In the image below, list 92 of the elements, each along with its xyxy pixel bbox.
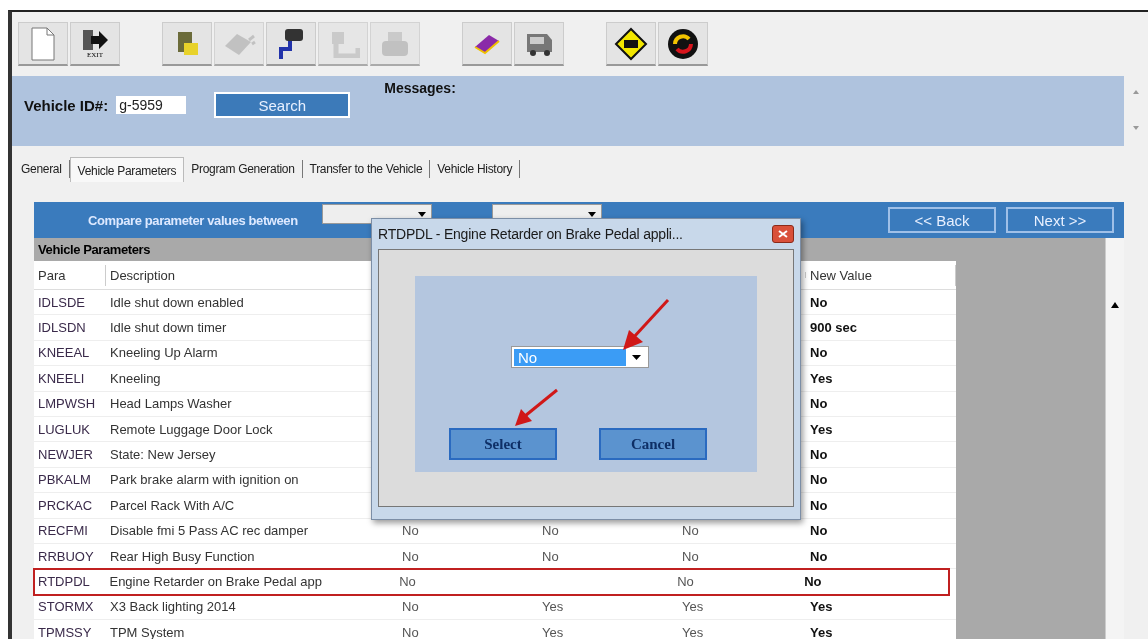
table-cell: RECFMI <box>38 523 88 539</box>
table-cell: NEWJER <box>38 447 93 463</box>
table-cell: No <box>402 523 419 539</box>
table-cell: No <box>682 523 699 539</box>
connector-icon <box>276 26 306 61</box>
table-cell: Head Lamps Washer <box>110 396 232 412</box>
table-cell: IDLSDN <box>38 320 86 336</box>
table-cell: TPM System <box>110 624 185 639</box>
document-tool-button[interactable] <box>18 22 68 66</box>
messages-label: Messages: <box>384 80 456 98</box>
table-cell: Engine Retarder on Brake Pedal app <box>109 574 322 589</box>
compare-label: Compare parameter values between <box>88 212 298 228</box>
tab[interactable]: Vehicle History <box>430 160 521 178</box>
table-cell: No <box>682 548 699 564</box>
tab[interactable]: Transfer to the Vehicle <box>302 160 431 178</box>
table-cell: X3 Back lighting 2014 <box>110 599 236 615</box>
table-cell: Idle shut down timer <box>110 320 227 336</box>
table-cell: No <box>810 548 828 564</box>
up-arrow-icon <box>1111 302 1119 308</box>
table-cell: RRBUOY <box>38 548 94 564</box>
table-cell: No <box>542 548 559 564</box>
tab[interactable]: Vehicle Parameters <box>69 156 185 182</box>
door-arrow-icon <box>81 28 109 51</box>
table-cell: PRCKAC <box>38 497 93 513</box>
annotation-arrow <box>513 388 559 428</box>
table-cell: STORMX <box>38 599 94 615</box>
table-cell: Park brake alarm with ignition on <box>110 472 299 488</box>
scrollbar[interactable] <box>1105 238 1124 639</box>
annotation-arrow <box>621 298 671 352</box>
table-cell: No <box>810 523 828 539</box>
table-cell: 900 sec <box>810 320 857 336</box>
table-cell: No <box>810 345 828 361</box>
tab[interactable]: Program Generation <box>184 160 303 178</box>
bus-tool-button[interactable] <box>514 22 564 66</box>
table-cell: No <box>810 396 828 412</box>
chip-tool-button[interactable] <box>162 22 212 66</box>
table-cell: Yes <box>810 370 833 386</box>
next-button[interactable]: Next >> <box>1006 207 1114 233</box>
table-cell: Parcel Rack With A/C <box>110 497 235 513</box>
table-cell: KNEELI <box>38 370 85 386</box>
table-cell: PBKALM <box>38 472 91 488</box>
search-button[interactable]: Search <box>214 92 351 118</box>
table-cell: Idle shut down enabled <box>110 294 244 310</box>
printer-icon <box>379 29 411 58</box>
table-cell: Disable fmi 5 Pass AC rec damper <box>110 523 308 539</box>
table-cell: No <box>399 574 416 589</box>
table-cell: No <box>810 447 828 463</box>
table-cell: RTDPDL <box>38 574 90 589</box>
table-cell: No <box>542 523 559 539</box>
book-tool-button[interactable] <box>462 22 512 66</box>
table-cell: No <box>677 574 694 589</box>
table-cell: Yes <box>810 624 833 639</box>
table-cell: IDLSDE <box>38 294 85 310</box>
table-cell: No <box>402 599 419 615</box>
table-cell: Yes <box>682 624 704 639</box>
table-cell: State: New Jersey <box>110 447 216 463</box>
table-cell: LMPWSH <box>38 396 96 412</box>
road-sign-icon <box>614 26 648 61</box>
refresh-icon <box>666 26 700 61</box>
table-cell: Yes <box>810 421 833 437</box>
refresh-tool-button[interactable] <box>658 22 708 66</box>
connector-tool-button[interactable] <box>266 22 316 66</box>
table-cell: No <box>810 472 828 488</box>
vehicle-id-field[interactable]: g-5959 <box>116 96 187 114</box>
close-icon <box>778 230 788 238</box>
document-icon <box>30 26 56 61</box>
table-cell: No <box>402 624 419 639</box>
table-cell: No <box>402 548 419 564</box>
table-cell: Rear High Busy Function <box>110 548 255 564</box>
table-cell: Kneeling Up Alarm <box>110 345 218 361</box>
table-cell: Yes <box>542 624 564 639</box>
table-cell: Yes <box>682 599 704 615</box>
table-cell: Remote Luggage Door Lock <box>110 421 273 437</box>
table-cell: Kneeling <box>110 370 161 386</box>
back-button[interactable]: << Back <box>888 207 996 233</box>
column-header[interactable]: Para <box>34 264 106 286</box>
column-header[interactable]: New Value <box>806 264 956 286</box>
close-button[interactable] <box>772 225 794 243</box>
vehicle-id-label: Vehicle ID#: <box>24 96 109 114</box>
caret-icon <box>631 354 641 360</box>
cancel-button[interactable]: Cancel <box>599 428 707 460</box>
table-cell: No <box>810 497 828 513</box>
select-button[interactable]: Select <box>449 428 557 460</box>
sign-tool-button[interactable] <box>606 22 656 66</box>
tab[interactable]: General <box>14 160 70 178</box>
table-cell: KNEEAL <box>38 345 90 361</box>
table-cell: No <box>804 574 822 589</box>
table-cell: Yes <box>542 599 564 615</box>
table-cell: Yes <box>810 599 833 615</box>
table-cell: TPMSSY <box>38 624 92 639</box>
table-cell: No <box>810 294 828 310</box>
table-cell: LUGLUK <box>38 421 91 437</box>
